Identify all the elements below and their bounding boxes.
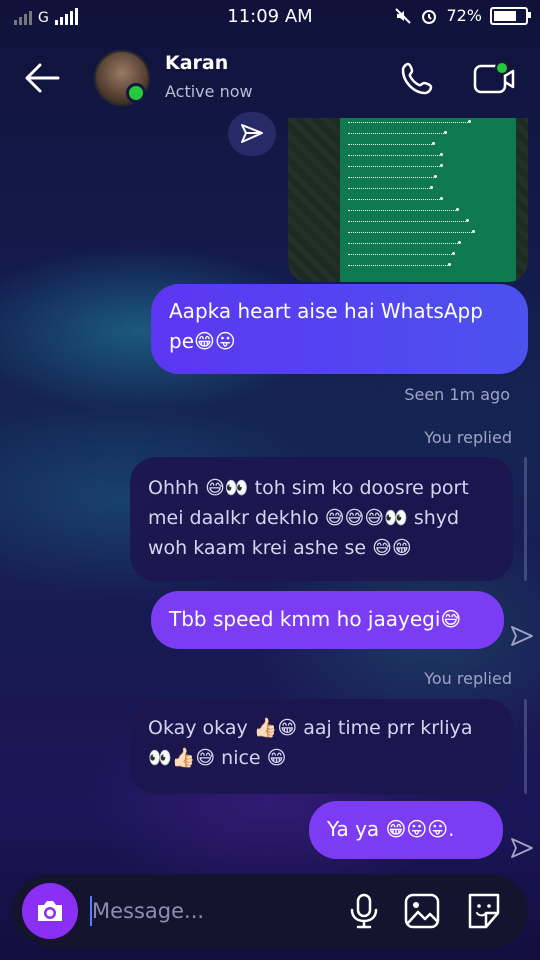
online-status-dot: [126, 83, 146, 103]
dotted-row: [348, 166, 440, 169]
status-right: 72%: [394, 6, 531, 25]
mute-icon: [395, 7, 412, 24]
camera-button[interactable]: [22, 883, 78, 939]
message-composer: [12, 874, 528, 948]
star-mark: [452, 252, 455, 255]
reply-indicator: [524, 457, 527, 581]
dotted-row: [348, 265, 448, 268]
message-text: Ya ya 😁😛😛.: [327, 817, 455, 841]
star-mark: [430, 186, 433, 189]
sent-message[interactable]: Tbb speed kmm ho jaayegi😅: [151, 591, 504, 649]
you-replied-label: You replied: [424, 428, 512, 447]
dotted-row: [348, 199, 440, 202]
dotted-row: [348, 221, 466, 224]
dotted-row: [348, 122, 468, 125]
star-mark: [440, 164, 443, 167]
message-text: Ohhh 😅👀 toh sim ko doosre port mei daalk…: [148, 477, 469, 559]
star-mark: [458, 241, 461, 244]
dotted-row: [348, 144, 432, 147]
reply-message[interactable]: Okay okay 👍🏻😁 aaj time prr krliya 👀👍🏻😅 n…: [130, 699, 513, 794]
gallery-icon[interactable]: [402, 892, 442, 930]
star-mark: [440, 153, 443, 156]
dotted-row: [348, 188, 430, 191]
message-text: Okay okay 👍🏻😁 aaj time prr krliya 👀👍🏻😅 n…: [148, 717, 473, 769]
reply-message[interactable]: Ohhh 😅👀 toh sim ko doosre port mei daalk…: [130, 457, 513, 581]
video-call-icon[interactable]: [472, 58, 516, 98]
star-mark: [432, 142, 435, 145]
battery-percent: 72%: [446, 6, 482, 25]
dotted-row: [348, 210, 456, 213]
message-text: Aapka heart aise hai WhatsApp pe😁😛: [169, 299, 483, 353]
whatsapp-heart-screenshot: [340, 118, 516, 282]
send-share-icon: [241, 124, 263, 143]
dotted-row: [348, 177, 434, 180]
microphone-icon[interactable]: [346, 892, 382, 930]
you-replied-label: You replied: [424, 669, 512, 688]
dotted-row: [348, 232, 472, 235]
shared-image[interactable]: [288, 118, 528, 282]
battery-icon: [490, 6, 531, 25]
star-mark: [444, 131, 447, 134]
sticker-icon[interactable]: [464, 892, 504, 930]
reply-indicator: [524, 699, 527, 794]
dotted-row: [348, 133, 444, 136]
message-text: Tbb speed kmm ho jaayegi😅: [169, 607, 462, 631]
alarm-icon: [422, 9, 437, 24]
phone-icon[interactable]: [398, 58, 438, 98]
star-mark: [468, 120, 471, 123]
sent-message[interactable]: Aapka heart aise hai WhatsApp pe😁😛: [151, 284, 528, 374]
contact-status: Active now: [165, 82, 253, 101]
star-mark: [448, 263, 451, 266]
star-mark: [466, 219, 469, 222]
star-mark: [456, 208, 459, 211]
chat-header: Karan Active now: [0, 40, 540, 116]
star-mark: [440, 197, 443, 200]
star-mark: [472, 230, 475, 233]
seen-status: Seen 1m ago: [404, 385, 510, 404]
message-input[interactable]: [90, 888, 324, 934]
dotted-row: [348, 243, 458, 246]
camera-icon: [38, 901, 62, 921]
battery-fill: [494, 10, 516, 21]
status-bar: G 11:09 AM 72%: [0, 0, 540, 34]
star-mark: [434, 175, 437, 178]
sent-indicator-icon: [511, 626, 533, 646]
sent-message[interactable]: Ya ya 😁😛😛.: [309, 801, 503, 859]
back-arrow-icon[interactable]: [22, 60, 62, 96]
contact-name[interactable]: Karan: [165, 52, 228, 74]
dotted-row: [348, 155, 440, 158]
dotted-row: [348, 254, 452, 257]
sent-indicator-icon: [511, 838, 533, 858]
share-button[interactable]: [228, 112, 276, 156]
